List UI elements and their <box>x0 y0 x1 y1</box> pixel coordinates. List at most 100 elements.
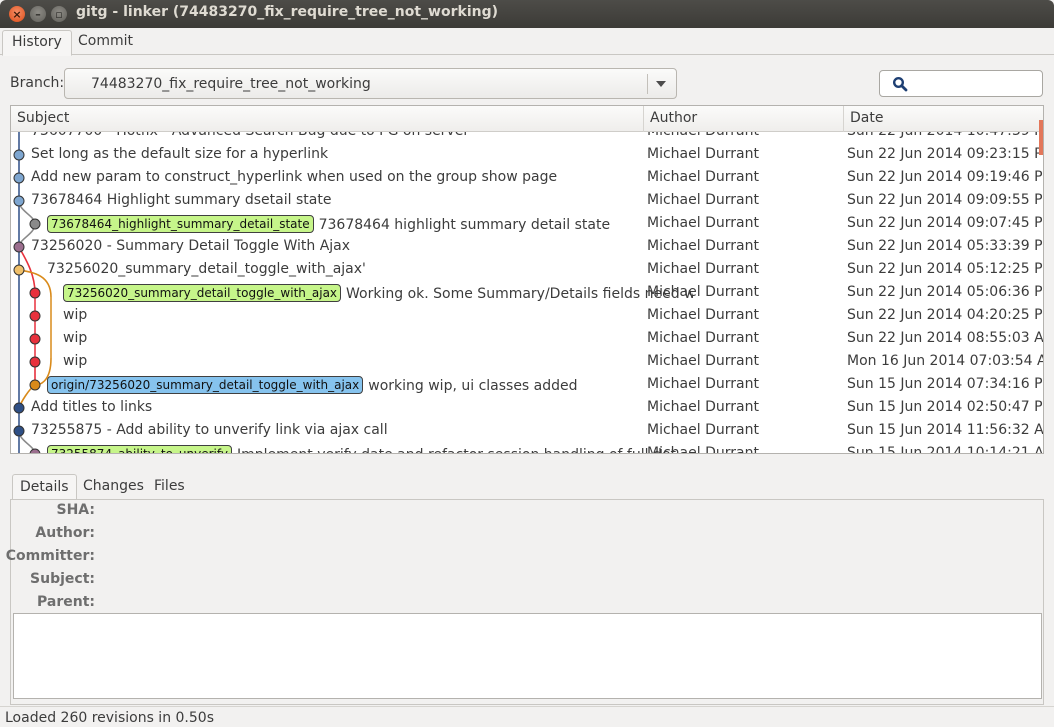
table-row[interactable]: 73678464_highlight_summary_detail_state 7… <box>11 213 1043 236</box>
commit-author: Michael Durrant <box>647 307 759 323</box>
commit-date: Sun 22 Jun 2014 10:47:39 PM EDT <box>847 132 1043 139</box>
commit-author: Michael Durrant <box>647 422 759 438</box>
commit-subject-text: Working ok. Some Summary/Details fields … <box>346 286 693 302</box>
branch-label: Branch: <box>10 75 65 91</box>
commit-date: Sun 22 Jun 2014 05:06:36 PM EDT <box>847 284 1043 300</box>
commit-date: Sun 15 Jun 2014 02:50:47 PM EDT <box>847 399 1043 415</box>
tab-commit[interactable]: Commit <box>69 30 142 56</box>
maximize-icon[interactable]: ▫ <box>51 6 67 22</box>
commit-subject: 73256020_summary_detail_toggle_with_ajax… <box>63 284 693 302</box>
table-row[interactable]: 73256020_summary_detail_toggle_with_ajax… <box>11 259 1043 282</box>
column-date[interactable]: Date <box>850 110 883 126</box>
table-row[interactable]: wip Michael Durrant Sun 22 Jun 2014 08:55:… <box>11 328 1043 351</box>
commit-date: Sun 22 Jun 2014 05:12:25 PM EDT <box>847 261 1043 277</box>
commit-node <box>13 402 25 414</box>
commit-subject-text: 73256020 - Summary Detail Toggle With Aj… <box>31 238 351 254</box>
combo-separator <box>647 74 648 94</box>
commit-subject-text: 73607700 - Hotfix - Advanced Search Bug … <box>31 132 469 139</box>
table-row[interactable]: 73607700 - Hotfix - Advanced Search Bug … <box>11 132 1043 144</box>
history-rows: 73607700 - Hotfix - Advanced Search Bug … <box>11 132 1043 454</box>
commit-subject-text: working wip, ui classes added <box>368 378 578 394</box>
commit-node <box>29 356 41 368</box>
table-row[interactable]: 73256020_summary_detail_toggle_with_ajax… <box>11 282 1043 305</box>
table-row[interactable]: 73255875 - Add ability to unverify link … <box>11 420 1043 443</box>
tab-files[interactable]: Files <box>147 474 192 500</box>
commit-subject-text: 73678464 highlight summary detail state <box>318 217 611 233</box>
column-divider <box>643 106 644 132</box>
commit-author: Michael Durrant <box>647 132 759 139</box>
commit-date: Sun 22 Jun 2014 05:33:39 PM EDT <box>847 238 1043 254</box>
commit-subject: 73678464_highlight_summary_detail_state 7… <box>47 215 677 233</box>
column-subject[interactable]: Subject <box>17 110 69 126</box>
commit-subject-text: 73256020_summary_detail_toggle_with_ajax… <box>47 261 366 277</box>
commit-date: Sun 15 Jun 2014 11:56:32 AM EDT <box>847 422 1043 438</box>
commit-message-view[interactable] <box>13 613 1042 699</box>
commit-author: Michael Durrant <box>647 238 759 254</box>
chevron-down-icon <box>656 81 666 87</box>
commit-date: Sun 22 Jun 2014 08:55:03 AM EDT <box>847 330 1043 346</box>
commit-date: Sun 22 Jun 2014 09:19:46 PM EDT <box>847 169 1043 185</box>
commit-subject: Add new param to construct_hyperlink whe… <box>31 169 661 185</box>
sha-label: SHA: <box>56 502 96 518</box>
history-header: Subject Author Date <box>11 106 1043 132</box>
table-row[interactable]: Add titles to links Michael Durrant Sun 15… <box>11 397 1043 420</box>
commit-subject-text: Set long as the default size for a hyper… <box>31 146 329 162</box>
commit-author: Michael Durrant <box>647 146 759 162</box>
history-list[interactable]: Subject Author Date 73607700 - Hotfix - … <box>10 105 1044 454</box>
branch-value: 74483270_fix_require_tree_not_working <box>91 76 371 92</box>
committer-label: Committer: <box>5 548 95 564</box>
commit-node <box>29 218 41 230</box>
commit-node <box>13 425 25 437</box>
commit-subject: 73255874_ability_to_unverify Implement ve… <box>47 445 677 453</box>
commit-author: Michael Durrant <box>647 284 759 300</box>
commit-date: Mon 16 Jun 2014 07:03:54 AM EDT <box>847 353 1043 369</box>
commit-subject: 73256020_summary_detail_toggle_with_ajax… <box>47 261 677 277</box>
author-label: Author: <box>35 525 95 541</box>
tab-details[interactable]: Details <box>12 474 77 500</box>
search-input[interactable] <box>879 70 1043 97</box>
table-row[interactable]: origin/73256020_summary_detail_toggle_wi… <box>11 374 1043 397</box>
commit-author: Michael Durrant <box>647 169 759 185</box>
branch-tag: 73678464_highlight_summary_detail_state <box>47 215 314 233</box>
commit-author: Michael Durrant <box>647 215 759 231</box>
tab-history[interactable]: History <box>2 30 72 56</box>
table-row[interactable]: 73255874_ability_to_unverify Implement ve… <box>11 443 1043 454</box>
commit-subject-text: Add new param to construct_hyperlink whe… <box>31 169 558 185</box>
commit-node <box>13 195 25 207</box>
table-row[interactable]: 73256020 - Summary Detail Toggle With Aj… <box>11 236 1043 259</box>
commit-subject: Add titles to links <box>31 399 661 415</box>
commit-graph <box>13 132 52 453</box>
commit-subject: Set long as the default size for a hyper… <box>31 146 661 162</box>
commit-node <box>29 333 41 345</box>
table-row[interactable]: wip Michael Durrant Sun 22 Jun 2014 04:20:… <box>11 305 1043 328</box>
subject-label: Subject: <box>30 571 95 587</box>
tab-changes[interactable]: Changes <box>76 474 151 500</box>
table-row[interactable]: Add new param to construct_hyperlink whe… <box>11 167 1043 190</box>
commit-node <box>29 287 41 299</box>
commit-node <box>13 264 25 276</box>
commit-node <box>13 149 25 161</box>
commit-author: Michael Durrant <box>647 261 759 277</box>
branch-tag: 73255874_ability_to_unverify <box>47 445 232 453</box>
commit-author: Michael Durrant <box>647 353 759 369</box>
branch-tag: 73256020_summary_detail_toggle_with_ajax <box>63 284 342 302</box>
commit-date: Sun 15 Jun 2014 10:14:21 AM EDT <box>847 445 1043 454</box>
branch-select[interactable]: 74483270_fix_require_tree_not_working <box>64 68 677 99</box>
close-icon[interactable]: × <box>9 6 25 22</box>
column-author[interactable]: Author <box>650 110 697 126</box>
search-icon <box>892 76 908 92</box>
parent-label: Parent: <box>37 594 95 610</box>
commit-subject: wip <box>63 353 693 369</box>
table-row[interactable]: Set long as the default size for a hyper… <box>11 144 1043 167</box>
commit-subject: 73607700 - Hotfix - Advanced Search Bug … <box>31 132 661 139</box>
commit-node <box>29 310 41 322</box>
table-row[interactable]: wip Michael Durrant Mon 16 Jun 2014 07:03:… <box>11 351 1043 374</box>
minimize-icon[interactable]: – <box>30 6 46 22</box>
table-row[interactable]: 73678464 Highlight summary dsetail state… <box>11 190 1043 213</box>
commit-date: Sun 15 Jun 2014 07:34:16 PM EDT <box>847 376 1043 392</box>
commit-node <box>29 448 41 453</box>
commit-subject-text: 73678464 Highlight summary dsetail state <box>31 192 332 208</box>
commit-date: Sun 22 Jun 2014 09:09:55 PM EDT <box>847 192 1043 208</box>
commit-date: Sun 22 Jun 2014 09:23:15 PM EDT <box>847 146 1043 162</box>
commit-subject: wip <box>63 307 693 323</box>
